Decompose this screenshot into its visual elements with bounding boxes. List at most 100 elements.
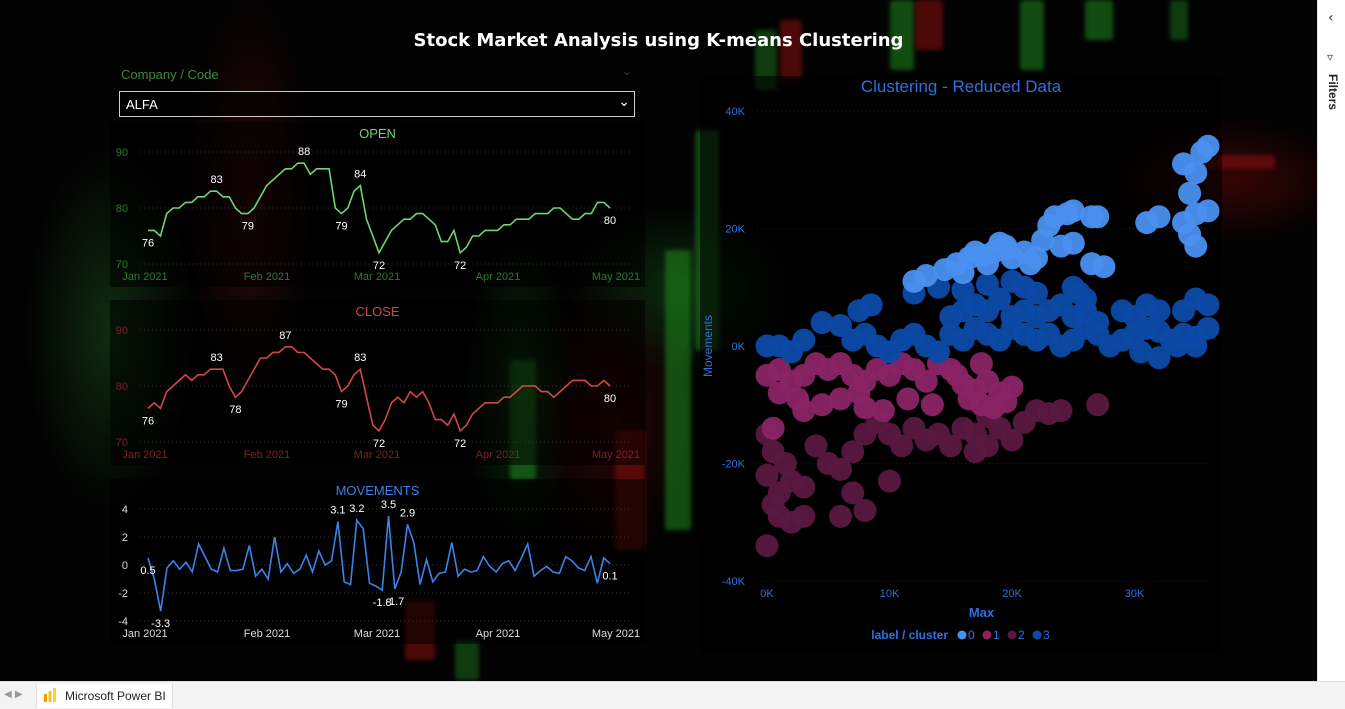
cluster-0-point (1178, 181, 1202, 205)
cluster-1-point (969, 352, 993, 376)
open-chart-panel[interactable]: OPEN 70 80 90 Jan 2021 Feb 2021 Mar 2021 Apr 2… (110, 122, 645, 287)
cluster-3-point (939, 305, 963, 329)
movements-chart-panel[interactable]: MOVEMENTS 4 2 0 -2 -4 Jan 2021 Feb 2021 Mar 202… (110, 479, 645, 644)
x-tick-label: Feb 2021 (244, 271, 290, 283)
data-label: 0.5 (140, 565, 155, 577)
open-line-chart: 70 80 90 Jan 2021 Feb 2021 Mar 2021 Apr 2021 Ma… (116, 146, 640, 283)
data-label: 3.2 (349, 503, 364, 515)
y-tick-label: 90 (116, 325, 128, 337)
y-tick-label: 0K (732, 341, 746, 353)
x-tick-label: Apr 2021 (476, 449, 521, 461)
cluster-0-point (963, 240, 987, 264)
movements-chart-title: MOVEMENTS (335, 483, 420, 498)
y-tick-label: 4 (122, 504, 128, 516)
cluster-scatter-chart: 40K 20K 0K -20K -40K 0K 10K 20K 30K Max Movements l… (701, 106, 1220, 642)
filters-label[interactable]: Filters (1324, 74, 1340, 110)
slicer-collapse-icon[interactable]: ⌄ (622, 64, 632, 78)
x-tick-label: May 2021 (592, 449, 640, 461)
data-label: 72 (373, 438, 385, 450)
cluster-1-point (994, 390, 1018, 414)
bg-candle-green (455, 640, 479, 680)
cluster-0-point (1147, 205, 1171, 229)
x-tick-label: Apr 2021 (476, 628, 521, 640)
data-label: 80 (604, 393, 616, 405)
cluster-0-point (902, 269, 926, 293)
taskbar-app-tab[interactable]: Microsoft Power BI (36, 684, 173, 708)
y-tick-label: 0 (122, 560, 128, 572)
cluster-0-point (1061, 231, 1085, 255)
cluster-2-point (792, 475, 816, 499)
x-axis-title: Max (969, 605, 995, 620)
y-tick-label: -4 (118, 616, 128, 628)
data-label: 83 (211, 352, 223, 364)
cluster-0-point (1196, 134, 1220, 158)
data-label: 79 (335, 221, 347, 233)
cluster-3-point (1147, 299, 1171, 323)
x-tick-label: Feb 2021 (244, 449, 290, 461)
x-tick-label: Jan 2021 (122, 271, 167, 283)
x-tick-label: Mar 2021 (354, 628, 400, 640)
data-label: 87 (279, 330, 291, 342)
cluster-0-point (1178, 222, 1202, 246)
y-tick-label: 70 (116, 259, 128, 271)
data-label: 72 (454, 260, 466, 272)
cluster-2-point (878, 469, 901, 493)
chevron-down-icon: ⌄ (618, 94, 630, 110)
filters-pane-rail[interactable]: ‹ ▿ Filters (1317, 0, 1345, 681)
bg-candle-green (665, 250, 691, 530)
legend-marker (957, 630, 967, 640)
x-tick-label: May 2021 (592, 628, 640, 640)
y-tick-label: 90 (116, 147, 128, 159)
y-tick-label: 70 (116, 437, 128, 449)
expand-pane-icon[interactable]: ‹ (1328, 10, 1334, 26)
data-label: 2.9 (400, 507, 415, 519)
data-label: -1.7 (385, 596, 404, 608)
legend-marker (982, 630, 992, 640)
cluster-3-point (1025, 305, 1048, 329)
x-tick-label: Apr 2021 (476, 271, 521, 283)
company-slicer-label: Company / Code (121, 67, 219, 82)
movements-line-chart: 420-2-4Jan 2021 Feb 2021 Mar 2021 Apr 2021 M… (118, 499, 640, 640)
legend-title: label / cluster (871, 628, 948, 642)
legend-marker (1007, 630, 1017, 640)
cluster-2-point (853, 499, 877, 522)
data-label: 3.1 (330, 505, 345, 517)
data-label: 79 (242, 221, 254, 233)
legend-label: 3 (1043, 628, 1050, 642)
x-tick-label: May 2021 (592, 271, 640, 283)
cluster-3-point (1184, 334, 1208, 358)
data-label: 72 (454, 438, 466, 450)
cluster-3-point (1086, 311, 1110, 334)
x-tick-label: Mar 2021 (354, 449, 400, 461)
cluster-2-point (755, 534, 779, 558)
x-tick-label: Feb 2021 (244, 628, 290, 640)
clustering-scatter-panel[interactable]: Clustering - Reduced Data 40K 20K 0K -20K -4… (700, 76, 1222, 654)
cluster-1-point (829, 387, 852, 411)
y-tick-label: -40K (722, 576, 746, 588)
y-tick-label: 80 (116, 381, 128, 393)
legend-marker (1032, 630, 1042, 640)
cluster-3-point (1196, 293, 1220, 317)
close-chart-title: CLOSE (355, 304, 400, 319)
y-axis-title: Movements (701, 315, 715, 377)
data-label: 88 (298, 146, 310, 158)
x-tick-label: 20K (1002, 588, 1022, 600)
company-slicer-value: ALFA (126, 97, 158, 112)
y-tick-label: -2 (118, 588, 128, 600)
y-tick-label: 2 (122, 532, 128, 544)
close-chart-panel[interactable]: CLOSE 70 80 90 Jan 2021 Feb 2021 Mar 2021 Apr … (110, 300, 645, 465)
filter-icon: ▿ (1327, 50, 1334, 64)
y-tick-label: 40K (725, 106, 745, 118)
x-tick-label: Mar 2021 (354, 271, 400, 283)
legend-label: 0 (968, 628, 975, 642)
data-label: 76 (142, 415, 154, 427)
legend-label: 2 (1018, 628, 1025, 642)
data-label: 79 (335, 399, 347, 411)
company-slicer-dropdown[interactable]: ALFA ⌄ (119, 91, 635, 117)
legend-label: 1 (993, 628, 1000, 642)
cluster-1-point (896, 387, 920, 411)
cluster-1-point (853, 396, 877, 420)
scroll-arrows-icon[interactable]: ◀ ▶ (4, 689, 23, 700)
report-title: Stock Market Analysis using K-means Clus… (413, 30, 904, 51)
x-tick-label: 10K (880, 588, 900, 600)
